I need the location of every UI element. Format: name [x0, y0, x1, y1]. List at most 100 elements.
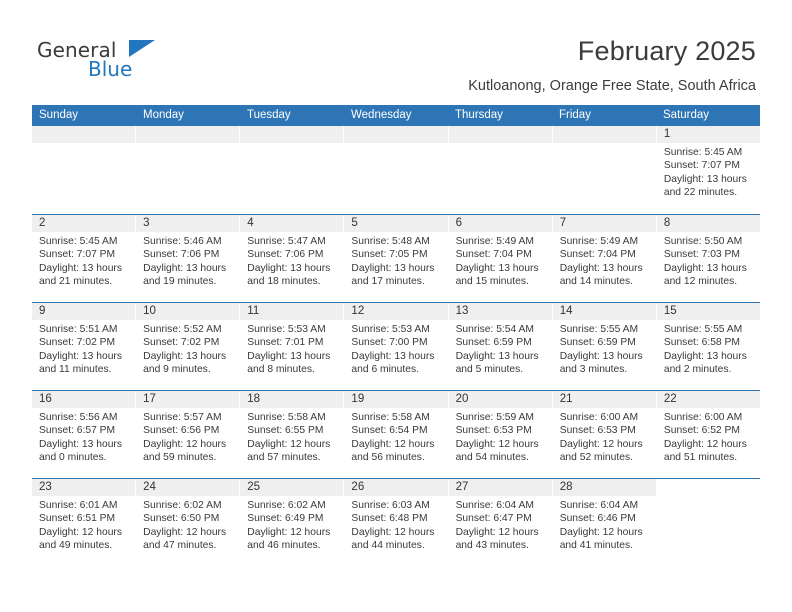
day-details: Sunrise: 5:54 AM Sunset: 6:59 PM Daylight:…: [456, 323, 546, 377]
day-detail-daylight-2: and 49 minutes.: [39, 540, 113, 552]
day-detail-daylight-1: Daylight: 13 hours: [559, 350, 643, 362]
day-details: Sunrise: 5:48 AM Sunset: 7:05 PM Daylight:…: [351, 235, 441, 289]
calendar-day-cell[interactable]: 26 Sunrise: 6:03 AM Sunset: 6:48 PM Dayligh…: [344, 479, 449, 566]
day-number: 24: [143, 481, 156, 493]
day-detail-sunrise: Sunrise: 5:53 AM: [247, 324, 326, 335]
day-number: [143, 126, 233, 143]
weekday-header-monday: Monday: [143, 109, 184, 121]
calendar-day-cell[interactable]: 2 Sunrise: 5:45 AM Sunset: 7:07 PM Daylight…: [32, 215, 137, 302]
day-details: Sunrise: 6:02 AM Sunset: 6:49 PM Daylight:…: [247, 499, 337, 553]
day-detail-daylight-1: Daylight: 12 hours: [559, 438, 643, 450]
calendar-day-cell[interactable]: 24 Sunrise: 6:02 AM Sunset: 6:50 PM Dayligh…: [136, 479, 241, 566]
day-detail-sunset: Sunset: 7:04 PM: [455, 249, 532, 261]
day-detail-sunset: Sunset: 7:03 PM: [663, 249, 740, 261]
day-detail-daylight-1: Daylight: 13 hours: [663, 262, 747, 274]
calendar-cell-empty: [449, 126, 553, 214]
calendar-day-cell[interactable]: 25 Sunrise: 6:02 AM Sunset: 6:49 PM Dayligh…: [240, 479, 345, 566]
day-detail-daylight-2: and 8 minutes.: [247, 364, 315, 376]
day-detail-daylight-1: Daylight: 12 hours: [455, 526, 539, 538]
calendar-day-cell[interactable]: 21 Sunrise: 6:00 AM Sunset: 6:53 PM Dayligh…: [553, 391, 657, 478]
day-detail-sunrise: Sunrise: 5:52 AM: [143, 324, 222, 335]
day-detail-daylight-2: and 52 minutes.: [559, 452, 633, 464]
day-detail-sunrise: Sunrise: 6:02 AM: [143, 500, 222, 511]
calendar-day-cell[interactable]: 9 Sunrise: 5:51 AM Sunset: 7:02 PM Daylight…: [32, 303, 137, 390]
weekday-header-row: Sunday Monday Tuesday Wednesday Thursday Frid…: [32, 105, 760, 126]
day-detail-sunrise: Sunrise: 6:03 AM: [351, 500, 430, 511]
calendar-day-cell[interactable]: 11 Sunrise: 5:53 AM Sunset: 7:01 PM Dayligh…: [240, 303, 345, 390]
calendar-day-cell[interactable]: 27 Sunrise: 6:04 AM Sunset: 6:47 PM Dayligh…: [449, 479, 553, 566]
weekday-header-friday: Friday: [559, 109, 591, 121]
day-number: 27: [455, 481, 469, 493]
calendar-day-cell[interactable]: 6 Sunrise: 5:49 AM Sunset: 7:04 PM Daylight…: [449, 215, 553, 302]
calendar-grid: Sunday Monday Tuesday Wednesday Thursday Frid…: [32, 105, 760, 566]
day-detail-daylight-1: Daylight: 13 hours: [351, 350, 435, 362]
day-number: 26: [351, 481, 365, 493]
day-detail-daylight-2: and 15 minutes.: [455, 276, 529, 288]
day-detail-sunset: Sunset: 7:07 PM: [39, 249, 116, 261]
day-details: Sunrise: 5:58 AM Sunset: 6:54 PM Daylight:…: [351, 411, 441, 465]
calendar-day-cell[interactable]: 8 Sunrise: 5:50 AM Sunset: 7:03 PM Daylight…: [657, 215, 760, 302]
day-detail-daylight-1: Daylight: 13 hours: [143, 262, 227, 274]
day-number: 20: [455, 393, 469, 405]
day-detail-daylight-1: Daylight: 12 hours: [143, 438, 227, 450]
logo-text-blue: Blue: [88, 57, 133, 81]
day-detail-daylight-1: Daylight: 13 hours: [455, 262, 539, 274]
day-detail-daylight-2: and 19 minutes.: [143, 276, 217, 288]
day-detail-daylight-2: and 21 minutes.: [39, 276, 113, 288]
calendar-day-cell[interactable]: 10 Sunrise: 5:52 AM Sunset: 7:02 PM Dayligh…: [136, 303, 241, 390]
weekday-header-saturday: Saturday: [663, 109, 710, 121]
calendar-day-cell[interactable]: 3 Sunrise: 5:46 AM Sunset: 7:06 PM Daylight…: [136, 215, 241, 302]
day-number: 23: [39, 481, 52, 493]
day-detail-sunset: Sunset: 6:49 PM: [247, 513, 324, 525]
calendar-day-cell[interactable]: 1 Sunrise: 5:45 AM Sunset: 7:07 PM Daylight…: [657, 126, 760, 214]
day-details: Sunrise: 5:55 AM Sunset: 6:59 PM Daylight:…: [560, 323, 650, 377]
day-detail-daylight-1: Daylight: 13 hours: [39, 350, 122, 362]
weekday-header-thursday: Thursday: [455, 109, 503, 121]
calendar-week-cells: 2 Sunrise: 5:45 AM Sunset: 7:07 PM Daylight…: [32, 215, 760, 302]
calendar-day-cell[interactable]: 7 Sunrise: 5:49 AM Sunset: 7:04 PM Daylight…: [553, 215, 657, 302]
day-detail-sunset: Sunset: 7:05 PM: [351, 249, 428, 261]
day-detail-sunrise: Sunrise: 5:56 AM: [39, 412, 118, 423]
day-details: Sunrise: 5:50 AM Sunset: 7:03 PM Daylight:…: [664, 235, 754, 289]
calendar-day-cell[interactable]: 28 Sunrise: 6:04 AM Sunset: 6:46 PM Dayligh…: [553, 479, 657, 566]
day-details: Sunrise: 5:47 AM Sunset: 7:06 PM Daylight:…: [247, 235, 337, 289]
day-detail-daylight-2: and 43 minutes.: [455, 540, 529, 552]
weekday-header-sunday: Sunday: [39, 109, 79, 121]
calendar-day-cell[interactable]: 23 Sunrise: 6:01 AM Sunset: 6:51 PM Dayligh…: [32, 479, 137, 566]
calendar-day-cell[interactable]: 14 Sunrise: 5:55 AM Sunset: 6:59 PM Dayligh…: [553, 303, 657, 390]
calendar-day-cell[interactable]: 4 Sunrise: 5:47 AM Sunset: 7:06 PM Daylight…: [240, 215, 345, 302]
day-details: Sunrise: 5:46 AM Sunset: 7:06 PM Daylight:…: [143, 235, 233, 289]
day-details: Sunrise: 5:56 AM Sunset: 6:57 PM Daylight:…: [39, 411, 129, 465]
calendar-day-cell[interactable]: 22 Sunrise: 6:00 AM Sunset: 6:52 PM Dayligh…: [657, 391, 760, 478]
day-detail-daylight-2: and 59 minutes.: [143, 452, 217, 464]
day-details: Sunrise: 6:04 AM Sunset: 6:46 PM Daylight:…: [560, 499, 650, 553]
day-number: 16: [39, 393, 52, 405]
day-number: 18: [247, 393, 261, 405]
day-number: 17: [143, 393, 156, 405]
day-number: 22: [663, 393, 677, 405]
calendar-day-cell[interactable]: 20 Sunrise: 5:59 AM Sunset: 6:53 PM Dayligh…: [449, 391, 553, 478]
calendar-day-cell[interactable]: 12 Sunrise: 5:53 AM Sunset: 7:00 PM Dayligh…: [344, 303, 449, 390]
calendar-day-cell[interactable]: 13 Sunrise: 5:54 AM Sunset: 6:59 PM Dayligh…: [449, 303, 553, 390]
calendar-day-cell[interactable]: 18 Sunrise: 5:58 AM Sunset: 6:55 PM Dayligh…: [240, 391, 345, 478]
calendar-day-cell[interactable]: 19 Sunrise: 5:58 AM Sunset: 6:54 PM Dayligh…: [344, 391, 449, 478]
day-number: 25: [247, 481, 261, 493]
calendar-day-cell[interactable]: 15 Sunrise: 5:55 AM Sunset: 6:58 PM Dayligh…: [657, 303, 760, 390]
day-detail-sunset: Sunset: 6:51 PM: [39, 513, 116, 525]
day-number: [456, 126, 546, 143]
calendar-day-cell[interactable]: 17 Sunrise: 5:57 AM Sunset: 6:56 PM Dayligh…: [136, 391, 241, 478]
day-detail-daylight-1: Daylight: 12 hours: [247, 526, 331, 538]
day-detail-daylight-2: and 54 minutes.: [455, 452, 529, 464]
day-detail-sunrise: Sunrise: 5:55 AM: [663, 324, 743, 335]
day-detail-daylight-1: Daylight: 12 hours: [39, 526, 122, 538]
day-details: Sunrise: 5:45 AM Sunset: 7:07 PM Daylight:…: [39, 235, 129, 289]
day-detail-daylight-2: and 47 minutes.: [143, 540, 217, 552]
day-detail-daylight-1: Daylight: 13 hours: [247, 262, 331, 274]
weekday-header-wednesday: Wednesday: [351, 109, 412, 121]
calendar-day-cell[interactable]: 16 Sunrise: 5:56 AM Sunset: 6:57 PM Dayligh…: [32, 391, 137, 478]
day-detail-sunrise: Sunrise: 6:00 AM: [559, 412, 639, 423]
day-detail-sunrise: Sunrise: 6:04 AM: [559, 500, 639, 511]
calendar-day-cell[interactable]: 5 Sunrise: 5:48 AM Sunset: 7:05 PM Daylight…: [344, 215, 449, 302]
day-number: 11: [247, 305, 260, 317]
general-blue-logo[interactable]: General Blue: [37, 38, 197, 84]
